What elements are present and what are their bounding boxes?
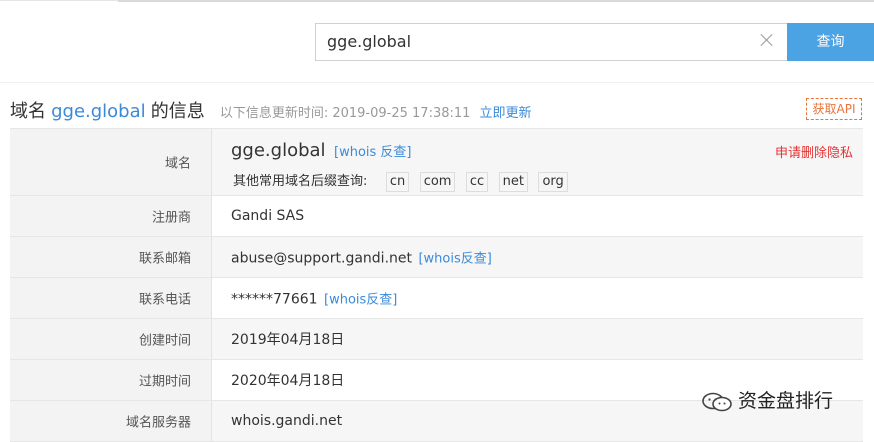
search-input[interactable]: gge.global [327, 32, 411, 51]
suffix-label: 其他常用域名后缀查询: [233, 174, 368, 189]
suffix-cn[interactable]: cn [385, 172, 410, 192]
phone-whois-link[interactable]: [whois反查] [324, 293, 397, 308]
row-label: 创建时间 [10, 319, 212, 359]
suffix-net[interactable]: net [498, 172, 528, 192]
get-api-button[interactable]: 获取API [806, 98, 862, 120]
remove-privacy-link[interactable]: 申请删除隐私 [775, 142, 853, 161]
row-label: 联系邮箱 [10, 237, 212, 277]
title-prefix: 域名 [10, 101, 46, 122]
nameserver-value: whois.gandi.net [231, 413, 343, 429]
whois-reverse-link[interactable]: [whois 反查] [334, 145, 412, 160]
row-label: 域名 [10, 129, 212, 195]
email-value: abuse@support.gandi.net [231, 250, 412, 267]
updated-time: 以下信息更新时间: 2019-09-25 17:38:11 [219, 106, 471, 121]
table-row-registrar: 注册商 Gandi SAS [10, 196, 863, 237]
row-value: gge.global [whois 反查] 其他常用域名后缀查询: cn com… [231, 129, 863, 195]
domain-value: gge.global [231, 140, 326, 161]
row-label: 过期时间 [10, 360, 212, 400]
row-label: 域名服务器 [10, 401, 212, 441]
phone-value: ******77661 [231, 291, 318, 308]
table-row-domain: 域名 gge.global [whois 反查] 其他常用域名后缀查询: cn … [10, 129, 863, 196]
email-whois-link[interactable]: [whois反查] [418, 252, 491, 267]
top-tab-border [0, 0, 874, 4]
suffix-cc[interactable]: cc [465, 172, 489, 192]
search-box[interactable]: gge.global [315, 23, 787, 61]
registrar-value: Gandi SAS [231, 208, 305, 224]
divider [0, 82, 874, 83]
table-row-created: 创建时间 2019年04月18日 [10, 319, 863, 360]
update-now-link[interactable]: 立即更新 [480, 106, 532, 121]
table-row-phone: 联系电话 ******77661 [whois反查] [10, 278, 863, 319]
row-label: 注册商 [10, 196, 212, 236]
watermark: 资金盘排行 [700, 386, 833, 416]
query-button[interactable]: 查询 [787, 23, 874, 61]
title-domain-link[interactable]: gge.global [51, 101, 146, 122]
row-label: 联系电话 [10, 278, 212, 318]
watermark-text: 资金盘排行 [738, 390, 834, 412]
title-suffix: 的信息 [150, 101, 205, 122]
wechat-icon [702, 392, 732, 411]
clear-icon[interactable] [759, 32, 775, 48]
suffix-com[interactable]: com [419, 172, 456, 192]
table-row-email: 联系邮箱 abuse@support.gandi.net [whois反查] [10, 237, 863, 278]
page-title: 域名 gge.global 的信息 以下信息更新时间: 2019-09-25 1… [10, 97, 532, 122]
suffix-org[interactable]: org [538, 172, 568, 192]
expires-value: 2020年04月18日 [231, 373, 345, 389]
created-value: 2019年04月18日 [231, 332, 345, 348]
